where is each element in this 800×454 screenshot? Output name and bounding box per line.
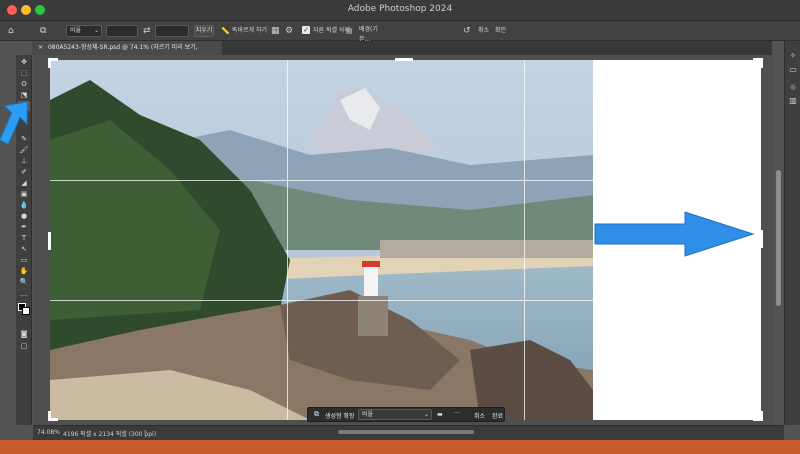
- comments-icon[interactable]: ▭: [788, 65, 798, 75]
- dodge-tool-icon[interactable]: ●: [18, 211, 30, 221]
- learn-icon[interactable]: ✧: [788, 51, 798, 61]
- grid-line: [287, 60, 288, 420]
- gradient-tool-icon[interactable]: ▣: [18, 189, 30, 199]
- crop-handle-top[interactable]: [395, 58, 413, 61]
- clone-stamp-icon[interactable]: ⊥: [18, 156, 30, 166]
- ctx-ratio-value: 비율: [362, 411, 374, 418]
- grid-line: [524, 60, 525, 420]
- grid-overlay-icon[interactable]: ▦: [271, 25, 280, 37]
- ctx-cancel-button[interactable]: 취소: [474, 411, 485, 420]
- chevron-down-icon: ⌄: [423, 411, 429, 418]
- chevron-down-icon: ⌄: [93, 27, 99, 34]
- right-panel-strip: ✧ ▭ ☼ ▥: [784, 41, 800, 425]
- delete-cropped-label: 자른 픽셀 삭제: [313, 27, 350, 34]
- ctx-more-button[interactable]: ···: [454, 410, 460, 417]
- photoshop-window: Adobe Photoshop 2024 ⌂ ⧉ 비율 ⌄ ⇄ 지우기 📏 똑바…: [0, 0, 800, 440]
- options-bar: ⌂ ⧉ 비율 ⌄ ⇄ 지우기 📏 똑바르게 하기 ▦ ⚙ ✓ 자른 픽셀 삭제 …: [0, 21, 800, 43]
- gear-icon[interactable]: ⚙: [285, 25, 293, 37]
- clear-button[interactable]: 지우기: [194, 25, 214, 37]
- ratio-height-input[interactable]: [155, 25, 189, 37]
- fill-select[interactable]: 배경(기본...: [356, 25, 386, 43]
- ratio-select-value: 비율: [70, 27, 82, 34]
- crop-icon[interactable]: ⧉: [40, 25, 46, 37]
- horizontal-scrollbar[interactable]: [338, 430, 474, 434]
- screen-mode-icon[interactable]: ▢: [18, 341, 30, 351]
- generative-expand-icon: ⧉: [314, 410, 319, 418]
- cancel-button[interactable]: 취소: [478, 25, 489, 37]
- generative-expand-button[interactable]: 생성형 확장: [325, 411, 355, 420]
- vertical-scrollbar[interactable]: [776, 170, 781, 306]
- ctx-ratio-select[interactable]: 비율 ⌄: [358, 409, 432, 420]
- crop-handle-bottom-right[interactable]: [760, 411, 763, 421]
- grid-line: [50, 300, 761, 301]
- ctx-done-button[interactable]: 완료: [492, 411, 503, 420]
- blur-tool-icon[interactable]: 💧: [18, 200, 30, 210]
- type-tool-icon[interactable]: T: [18, 233, 30, 243]
- ctx-ratio-icon[interactable]: ▬: [437, 411, 443, 418]
- home-icon[interactable]: ⌂: [8, 25, 14, 37]
- crop-handle-bottom-left[interactable]: [48, 411, 51, 421]
- straighten-icon[interactable]: 📏: [221, 25, 230, 37]
- lasso-tool-icon[interactable]: ʘ: [18, 79, 30, 89]
- ratio-select[interactable]: 비율 ⌄: [66, 25, 102, 37]
- crop-handle-left[interactable]: [48, 232, 51, 250]
- canvas-extension-area: [593, 60, 761, 420]
- title-bar: Adobe Photoshop 2024: [0, 0, 800, 21]
- move-tool-icon[interactable]: ✥: [18, 57, 30, 67]
- quick-mask-icon[interactable]: ◙: [18, 329, 30, 339]
- grid-line: [50, 180, 761, 181]
- crop-handle-top-right[interactable]: [760, 58, 763, 68]
- undo-icon[interactable]: ↺: [463, 25, 471, 37]
- swap-icon[interactable]: ⇄: [143, 25, 151, 37]
- color-swatches[interactable]: [18, 303, 30, 315]
- ratio-width-input[interactable]: [106, 25, 138, 37]
- document-tab[interactable]: × 080A5243-항상체-SR.psd @ 74.1% (자르기 미리 보기…: [32, 41, 222, 65]
- history-brush-icon[interactable]: ✐: [18, 167, 30, 177]
- right-arrow-icon: [594, 211, 755, 257]
- zoom-level[interactable]: 74.08%: [37, 429, 60, 436]
- document-tab-bar: × 080A5243-항상체-SR.psd @ 74.1% (자르기 미리 보기…: [32, 41, 772, 65]
- zoom-tool-icon[interactable]: 🔍: [18, 277, 30, 287]
- pointer-arrow-icon: [0, 101, 28, 145]
- contextual-task-bar: ⧉ 생성형 확장 비율 ⌄ ▬ ··· 취소 완료: [307, 407, 505, 422]
- straighten-label[interactable]: 똑바르게 하기: [232, 25, 267, 37]
- adjustments-icon[interactable]: ☼: [788, 83, 798, 93]
- artboard-tool-icon[interactable]: ⬚: [18, 68, 30, 78]
- libraries-icon[interactable]: ▥: [788, 96, 798, 106]
- pen-tool-icon[interactable]: ✒: [18, 222, 30, 232]
- canvas-image: [50, 60, 593, 420]
- more-tools-icon[interactable]: ···: [18, 291, 30, 301]
- hand-tool-icon[interactable]: ✋: [18, 266, 30, 276]
- document-info[interactable]: 4196 픽셀 x 2134 픽셀 (300 ppi): [63, 429, 156, 438]
- crop-handle-top-left[interactable]: [48, 58, 51, 68]
- close-tab-icon[interactable]: ×: [38, 44, 43, 51]
- path-select-icon[interactable]: ↖: [18, 244, 30, 254]
- window-title: Adobe Photoshop 2024: [347, 4, 453, 14]
- delete-cropped-checkbox[interactable]: ✓: [302, 26, 310, 34]
- crop-handle-right[interactable]: [760, 230, 763, 248]
- eraser-tool-icon[interactable]: ◢: [18, 178, 30, 188]
- fill-icon: ▤: [346, 27, 353, 35]
- chevron-right-icon[interactable]: ›: [144, 428, 146, 435]
- rectangle-tool-icon[interactable]: ▭: [18, 255, 30, 265]
- commit-button[interactable]: 확인: [495, 25, 506, 37]
